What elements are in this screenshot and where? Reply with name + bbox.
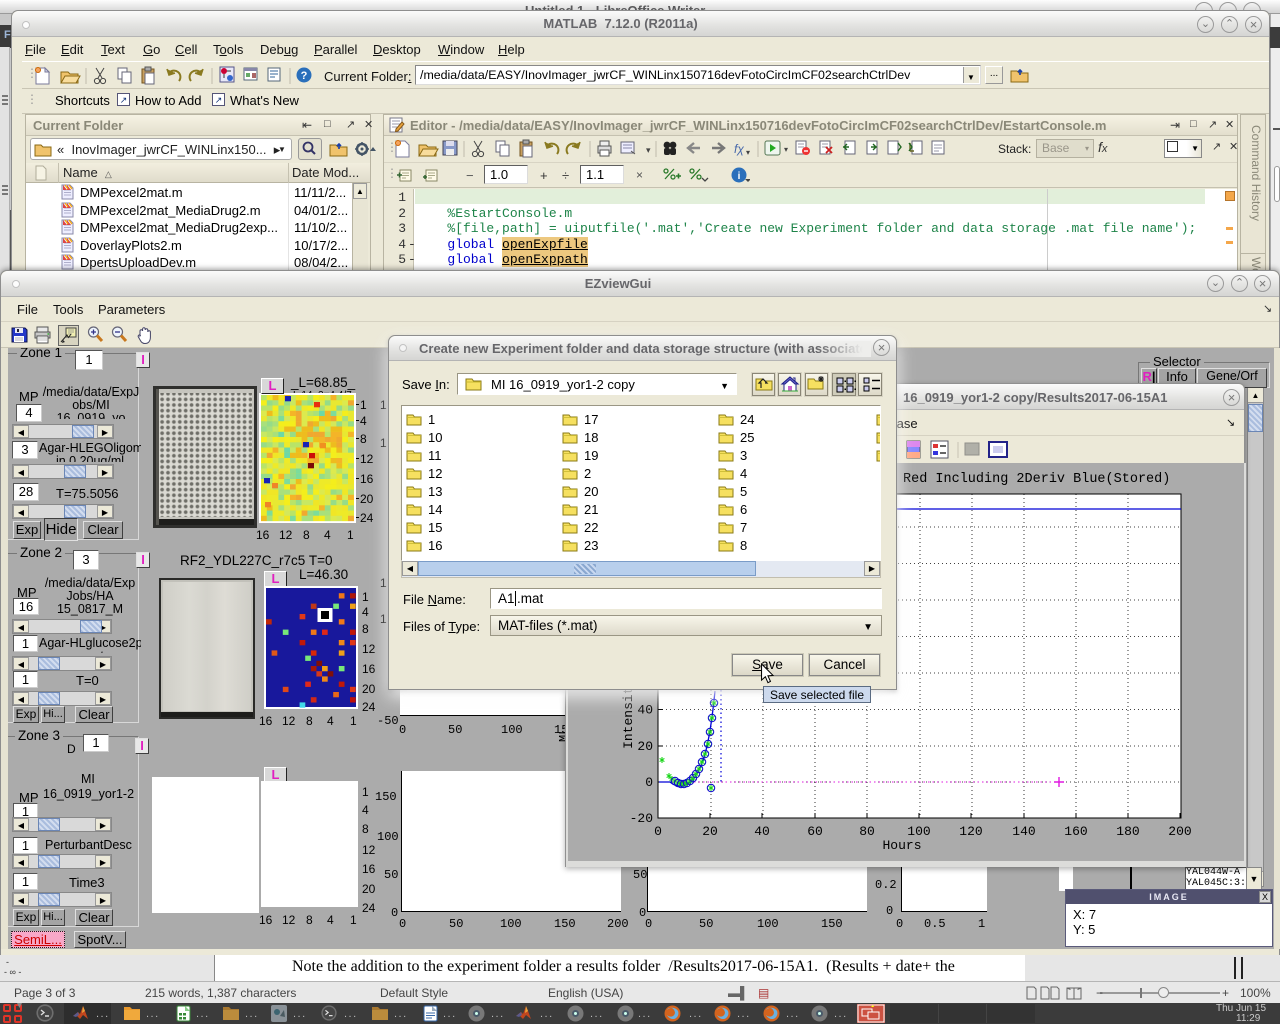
svg-text:Red Including 2Deriv Blue(Stor: Red Including 2Deriv Blue(Stored): [903, 472, 1170, 487]
svg-text:40: 40: [637, 703, 653, 718]
svg-text:60: 60: [807, 824, 823, 839]
svg-text:20: 20: [637, 739, 653, 754]
svg-text:?: ?: [301, 70, 308, 82]
svg-text:120: 120: [959, 824, 982, 839]
svg-text:▾: ▾: [646, 145, 651, 155]
svg-text:200: 200: [1168, 824, 1191, 839]
svg-text:100: 100: [907, 824, 930, 839]
svg-text:i: i: [738, 171, 741, 182]
svg-text:fχ: fχ: [734, 142, 744, 156]
svg-text:80: 80: [859, 824, 875, 839]
svg-text:▾: ▾: [784, 145, 788, 154]
svg-text:20: 20: [702, 824, 718, 839]
svg-text:0: 0: [654, 824, 662, 839]
svg-text:0: 0: [645, 775, 653, 790]
svg-text:180: 180: [1116, 824, 1139, 839]
svg-text:▾: ▾: [746, 148, 750, 157]
svg-text:160: 160: [1064, 824, 1087, 839]
svg-text:40: 40: [754, 824, 770, 839]
svg-text:Hours: Hours: [882, 838, 921, 853]
svg-text:140: 140: [1012, 824, 1035, 839]
svg-text:-20: -20: [630, 811, 653, 826]
